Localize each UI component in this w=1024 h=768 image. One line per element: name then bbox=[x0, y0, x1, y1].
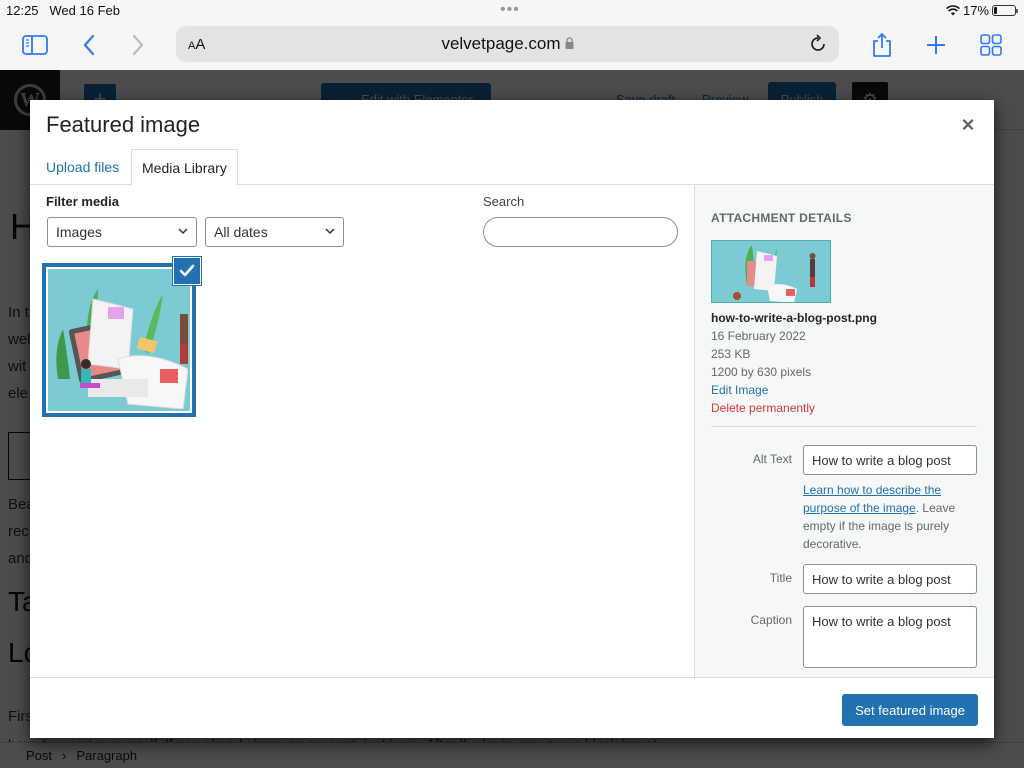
battery-icon bbox=[992, 5, 1018, 16]
attachment-date: 16 February 2022 bbox=[711, 329, 806, 343]
blog-illustration-image bbox=[48, 269, 190, 411]
attachment-filename: how-to-write-a-blog-post.png bbox=[711, 311, 877, 325]
delete-permanently-link[interactable]: Delete permanently bbox=[711, 399, 877, 417]
back-icon[interactable] bbox=[74, 30, 104, 60]
close-icon[interactable]: × bbox=[956, 114, 980, 138]
attachment-dimensions: 1200 by 630 pixels bbox=[711, 365, 812, 379]
share-icon[interactable] bbox=[867, 30, 897, 60]
divider bbox=[711, 426, 977, 427]
reload-icon[interactable] bbox=[807, 33, 829, 55]
modal-tabs: Upload files Media Library bbox=[30, 149, 994, 186]
sidebar-icon[interactable] bbox=[20, 30, 50, 60]
status-right: 17% bbox=[946, 3, 1018, 18]
alt-text-label: Alt Text bbox=[752, 452, 792, 466]
media-date-select[interactable]: All dates bbox=[205, 217, 344, 247]
caption-label: Caption bbox=[750, 613, 792, 627]
media-date-value: All dates bbox=[214, 224, 268, 240]
attachment-details-panel: ATTACHMENT DETAILS how-to-write-a-blog-p… bbox=[694, 185, 994, 677]
selected-checkmark-icon[interactable] bbox=[173, 257, 201, 285]
filter-media-label: Filter media bbox=[46, 194, 119, 209]
wifi-icon bbox=[946, 5, 960, 16]
featured-image-modal: Featured image × Upload files Media Libr… bbox=[30, 100, 994, 738]
media-type-value: Images bbox=[56, 224, 102, 240]
tab-media-library[interactable]: Media Library bbox=[131, 149, 238, 186]
alt-text-help: Learn how to describe the purpose of the… bbox=[803, 483, 956, 551]
set-featured-image-button[interactable]: Set featured image bbox=[842, 694, 978, 726]
battery-percent: 17% bbox=[962, 3, 989, 18]
caption-textarea[interactable]: How to write a blog post bbox=[803, 606, 977, 668]
media-type-select[interactable]: Images bbox=[47, 217, 197, 247]
search-label: Search bbox=[483, 194, 525, 209]
title-label: Title bbox=[769, 571, 792, 585]
tab-upload-files[interactable]: Upload files bbox=[36, 149, 129, 185]
status-bar: 12:25 Wed 16 Feb ••• 17% bbox=[0, 0, 1024, 22]
browser-toolbar: AA velvetpage.com bbox=[0, 22, 1024, 70]
forward-icon[interactable] bbox=[123, 30, 153, 60]
edit-image-link[interactable]: Edit Image bbox=[711, 381, 877, 399]
address-bar[interactable]: AA velvetpage.com bbox=[176, 26, 839, 62]
modal-footer: Set featured image bbox=[30, 677, 994, 738]
attachment-details-heading: ATTACHMENT DETAILS bbox=[711, 211, 852, 225]
chevron-down-icon bbox=[178, 228, 188, 235]
attachment-size: 253 KB bbox=[711, 347, 751, 361]
modal-title: Featured image bbox=[46, 112, 201, 137]
tabs-overview-icon[interactable] bbox=[976, 30, 1006, 60]
title-input[interactable] bbox=[803, 564, 977, 594]
attachment-preview-image bbox=[711, 240, 831, 303]
new-tab-icon[interactable] bbox=[921, 30, 951, 60]
status-time: 12:25 Wed 16 Feb bbox=[6, 3, 120, 18]
chevron-down-icon bbox=[325, 228, 335, 235]
alt-text-input[interactable] bbox=[803, 445, 977, 475]
url-text[interactable]: velvetpage.com bbox=[176, 34, 839, 54]
attachment-info: how-to-write-a-blog-post.png 16 February… bbox=[711, 309, 877, 417]
lock-icon bbox=[565, 37, 574, 52]
media-search-input[interactable] bbox=[483, 217, 678, 247]
media-item-thumbnail[interactable] bbox=[42, 263, 196, 417]
multitasking-dots[interactable]: ••• bbox=[500, 2, 520, 18]
